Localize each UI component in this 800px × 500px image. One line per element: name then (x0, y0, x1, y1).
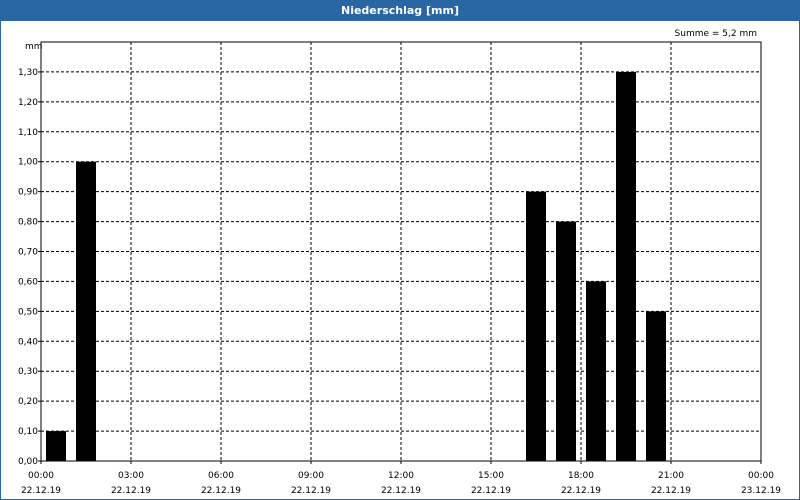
y-tick-label: 1,30 (18, 68, 38, 78)
y-tick-label: 0,10 (18, 427, 38, 437)
x-tick-time-label: 00:00 (28, 471, 54, 481)
y-tick-label: 0,20 (18, 397, 38, 407)
x-tick-time-label: 21:00 (658, 471, 684, 481)
y-tick-label: 1,10 (18, 128, 38, 138)
y-tick-label: 0,60 (18, 277, 38, 287)
y-tick-label: 0,00 (18, 457, 38, 467)
y-tick-label: 0,30 (18, 367, 38, 377)
x-tick-date-label: 22.12.19 (111, 486, 151, 496)
x-tick-time-label: 03:00 (118, 471, 144, 481)
chart-title: Niederschlag [mm] (1, 1, 799, 21)
x-tick-labels: 00:00 22.12.19 03:00 22.12.19 06:00 22.12.19 0… (21, 471, 781, 496)
x-tick-date-label: 22.12.19 (651, 486, 691, 496)
x-tick-date-label: 22.12.19 (21, 486, 61, 496)
y-tick-label: 0,40 (18, 337, 38, 347)
x-tick-time-label: 18:00 (568, 471, 594, 481)
bar (586, 281, 606, 461)
x-tick-date-label: 22.12.19 (471, 486, 511, 496)
bar (616, 71, 636, 461)
y-axis-label: mm (25, 42, 43, 52)
x-tick-time-label: 15:00 (478, 471, 504, 481)
bar (526, 191, 546, 461)
y-tick-label: 1,20 (18, 98, 38, 108)
x-tick-date-label: 22.12.19 (561, 486, 601, 496)
y-tick-label: 0,90 (18, 188, 38, 198)
y-tick-label: 1,00 (18, 158, 38, 168)
x-tick-date-label: 22.12.19 (291, 486, 331, 496)
bar (76, 161, 96, 461)
chart-window: Niederschlag [mm] mm Summe = 5,2 mm 0,00… (0, 0, 800, 500)
y-tick-label: 0,50 (18, 307, 38, 317)
x-tick-time-label: 09:00 (298, 471, 324, 481)
x-tick-date-label: 22.12.19 (381, 486, 421, 496)
y-tick-label: 0,80 (18, 218, 38, 228)
bar (46, 431, 66, 461)
x-tick-date-label: 23.12.19 (741, 486, 781, 496)
bar (646, 311, 666, 461)
x-tick-date-label: 22.12.19 (201, 486, 241, 496)
x-tick-time-label: 00:00 (748, 471, 774, 481)
y-tick-label: 0,70 (18, 248, 38, 258)
x-tick-time-label: 12:00 (388, 471, 414, 481)
sum-label: Summe = 5,2 mm (675, 29, 757, 39)
bar (556, 221, 576, 461)
bars (46, 71, 666, 461)
x-tick-time-label: 06:00 (208, 471, 234, 481)
y-tick-labels: 0,00 0,10 0,20 0,30 0,40 0,50 0,60 0,70 0,80 0,90… (18, 68, 38, 467)
precipitation-chart: mm Summe = 5,2 mm 0,000,100,200,300,400,… (18, 29, 781, 496)
